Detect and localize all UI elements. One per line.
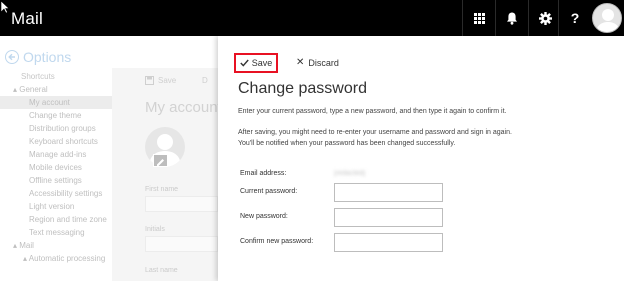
help-button[interactable]: ? [558,0,591,36]
nav-item-mobile-devices[interactable]: Mobile devices [0,161,113,174]
options-back-button[interactable]: Options [5,49,71,65]
nav-item-distribution-groups[interactable]: Distribution groups [0,122,113,135]
behind-save-button[interactable]: Save [145,76,176,85]
behind-discard-label: D [202,76,208,85]
behind-page-title: My account [145,99,222,116]
page-title: Change password [238,80,367,97]
back-arrow-icon [5,50,19,64]
new-password-label: New password: [240,213,288,220]
checkmark-icon [240,59,249,67]
gear-icon [538,11,552,25]
confirm-password-input[interactable] [334,233,443,252]
nav-item-accessibility-settings[interactable]: Accessibility settings [0,187,113,200]
nav-item-keyboard-shortcuts[interactable]: Keyboard shortcuts [0,135,113,148]
nav-item-change-theme[interactable]: Change theme [0,109,113,122]
nav-item-offline-settings[interactable]: Offline settings [0,174,113,187]
behind-discard-button[interactable]: D [202,76,208,85]
nav-item-region-time-zone[interactable]: Region and time zone [0,213,113,226]
edit-photo-icon[interactable] [153,154,168,167]
discard-label: Discard [308,57,339,68]
my-account-page: Save D My account First name Initials La… [112,68,222,281]
intro-text: Enter your current password, type a new … [238,108,507,115]
nav-item-manage-add-ins[interactable]: Manage add-ins [0,148,113,161]
options-nav: Shortcuts ▴ General My account Change th… [0,70,113,265]
new-password-input[interactable] [334,208,443,227]
nav-group-automatic-processing[interactable]: ▴ Automatic processing [0,252,113,265]
last-name-label: Last name [145,267,178,274]
email-label: Email address: [240,170,287,177]
note-line-1: After saving, you might need to re-enter… [238,129,512,136]
app-title[interactable]: Mail [11,9,43,29]
save-button[interactable]: Save [234,53,278,73]
email-value: [redacted] [334,170,366,177]
person-icon [596,9,620,32]
top-bar: Mail ? [0,0,624,36]
current-password-label: Current password: [240,188,298,195]
app-launcher-button[interactable] [462,0,495,36]
note-text: After saving, you might need to re-enter… [238,127,512,149]
confirm-password-label: Confirm new password: [240,238,314,245]
mouse-cursor-icon [1,1,10,14]
current-password-input[interactable] [334,183,443,202]
behind-save-label: Save [158,76,177,85]
nav-group-general[interactable]: ▴ General [0,83,113,96]
help-icon: ? [570,10,580,26]
notifications-button[interactable] [495,0,528,36]
initials-label: Initials [145,226,165,233]
nav-item-shortcuts[interactable]: Shortcuts [0,70,113,83]
first-name-field[interactable] [145,196,218,212]
settings-button[interactable] [528,0,561,36]
initials-field[interactable] [145,236,218,252]
discard-button[interactable]: ✕ Discard [296,57,339,68]
bell-icon [507,12,517,25]
save-disk-icon [145,76,154,85]
first-name-label: First name [145,186,179,193]
save-label: Save [251,58,273,68]
nav-item-text-messaging[interactable]: Text messaging [0,226,113,239]
nav-item-light-version[interactable]: Light version [0,200,113,213]
user-avatar[interactable] [592,3,622,33]
nav-group-mail[interactable]: ▴ Mail [0,239,113,252]
close-icon: ✕ [296,57,305,68]
change-password-panel: Save ✕ Discard Change password Enter you… [218,36,624,281]
note-line-2: You'll be notified when your password ha… [238,140,456,147]
options-title: Options [23,49,72,65]
app-launcher-icon [473,12,485,24]
nav-item-my-account[interactable]: My account [0,96,113,109]
